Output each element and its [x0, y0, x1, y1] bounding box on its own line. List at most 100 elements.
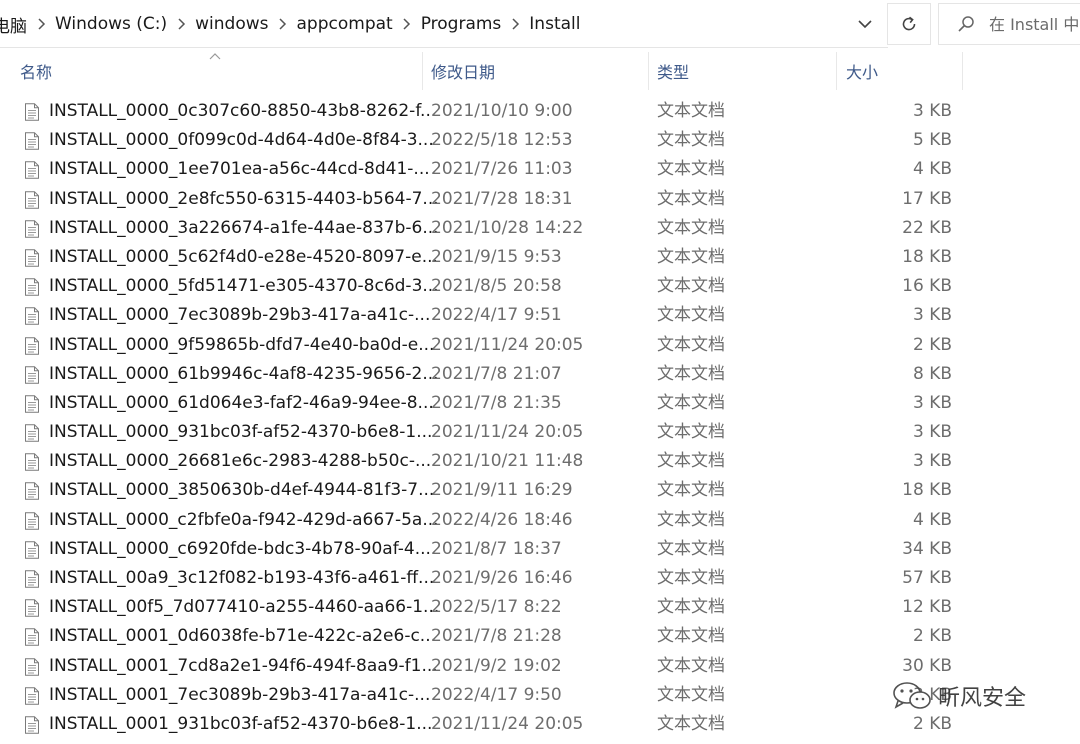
- file-size: 3 KB: [912, 392, 952, 413]
- file-row[interactable]: INSTALL_0000_0c307c60-8850-43b8-8262-f..…: [0, 97, 1080, 126]
- breadcrumb-item-windows-c[interactable]: Windows (C:): [52, 14, 170, 34]
- text-file-icon: [24, 336, 40, 355]
- search-box[interactable]: [938, 3, 1080, 45]
- file-modified-date: 2021/11/24 20:05: [431, 334, 584, 355]
- file-row[interactable]: INSTALL_0000_1ee701ea-a56c-44cd-8d41-...…: [0, 155, 1080, 184]
- file-type: 文本文档: [657, 597, 725, 618]
- text-file-icon: [24, 627, 40, 647]
- file-size: 2 KB: [912, 334, 952, 355]
- file-type: 文本文档: [657, 276, 725, 297]
- file-row[interactable]: INSTALL_0000_61d064e3-faf2-46a9-94ee-8..…: [0, 389, 1080, 418]
- file-type: 文本文档: [657, 713, 725, 734]
- column-header-name[interactable]: 名称: [20, 52, 420, 90]
- column-divider[interactable]: [648, 52, 649, 90]
- file-row[interactable]: INSTALL_0000_26681e6c-2983-4288-b50c-...…: [0, 447, 1080, 476]
- file-size: 8 KB: [912, 363, 952, 384]
- file-row[interactable]: INSTALL_0000_3a226674-a1fe-44ae-837b-6..…: [0, 214, 1080, 243]
- text-file-icon: [24, 598, 40, 617]
- file-type: 文本文档: [657, 626, 725, 647]
- file-type: 文本文档: [657, 684, 725, 705]
- file-size: 22 KB: [902, 217, 952, 238]
- file-row[interactable]: INSTALL_0000_931bc03f-af52-4370-b6e8-1..…: [0, 418, 1080, 447]
- text-file-icon: [24, 160, 40, 180]
- breadcrumb-item-this-pc[interactable]: 电脑: [0, 12, 30, 37]
- file-row[interactable]: INSTALL_0000_c6920fde-bdc3-4b78-90af-4..…: [0, 535, 1080, 564]
- address-history-dropdown[interactable]: [848, 8, 882, 40]
- column-divider[interactable]: [836, 52, 837, 90]
- file-type: 文本文档: [657, 188, 725, 209]
- column-header-size[interactable]: 大小: [846, 52, 961, 90]
- file-size: 3 KB: [912, 305, 952, 326]
- chevron-right-icon[interactable]: [170, 14, 192, 34]
- column-header-modified[interactable]: 修改日期: [431, 52, 646, 90]
- file-size: 57 KB: [902, 568, 952, 588]
- chevron-right-icon[interactable]: [396, 14, 418, 34]
- file-list: INSTALL_0000_0c307c60-8850-43b8-8262-f..…: [0, 97, 1080, 739]
- file-row[interactable]: INSTALL_0001_0d6038fe-b71e-422c-a2e6-c..…: [0, 622, 1080, 651]
- file-type: 文本文档: [657, 246, 725, 267]
- search-input[interactable]: [989, 14, 1080, 34]
- address-bar[interactable]: 电脑 Windows (C:) windows appcompat Progra…: [0, 0, 888, 48]
- file-name: INSTALL_0001_7cd8a2e1-94f6-494f-8aa9-f1.…: [49, 655, 438, 676]
- breadcrumb-item-programs[interactable]: Programs: [418, 14, 505, 34]
- file-modified-date: 2021/7/28 18:31: [431, 188, 573, 209]
- watermark: 昕风安全: [892, 676, 1026, 716]
- file-name: INSTALL_0000_61b9946c-4af8-4235-9656-2..…: [49, 363, 439, 384]
- file-modified-date: 2021/9/26 16:46: [431, 568, 573, 588]
- refresh-button[interactable]: [887, 3, 931, 45]
- file-modified-date: 2022/5/17 8:22: [431, 597, 562, 618]
- file-size: 3 KB: [912, 101, 952, 121]
- column-header-modified-label: 修改日期: [431, 63, 496, 82]
- file-modified-date: 2021/7/8 21:35: [431, 392, 562, 413]
- file-row[interactable]: INSTALL_0000_2e8fc550-6315-4403-b564-7..…: [0, 185, 1080, 214]
- file-row[interactable]: INSTALL_0000_9f59865b-dfd7-4e40-ba0d-e..…: [0, 331, 1080, 360]
- chevron-right-icon[interactable]: [30, 14, 52, 34]
- file-row[interactable]: INSTALL_0000_0f099c0d-4d64-4d0e-8f84-3..…: [0, 126, 1080, 155]
- text-file-icon: [24, 511, 40, 530]
- watermark-text: 昕风安全: [938, 686, 1027, 711]
- column-divider[interactable]: [422, 52, 423, 90]
- file-row[interactable]: INSTALL_00f5_7d077410-a255-4460-aa66-1..…: [0, 593, 1080, 622]
- breadcrumb-item-install[interactable]: Install: [526, 14, 583, 34]
- file-name: INSTALL_0000_3850630b-d4ef-4944-81f3-7..…: [49, 480, 435, 501]
- file-name: INSTALL_0000_26681e6c-2983-4288-b50c-...: [49, 451, 432, 472]
- breadcrumb: 电脑 Windows (C:) windows appcompat Progra…: [0, 0, 583, 48]
- text-file-icon: [24, 365, 40, 384]
- file-row[interactable]: INSTALL_0000_7ec3089b-29b3-417a-a41c-...…: [0, 301, 1080, 330]
- file-type: 文本文档: [657, 509, 725, 530]
- file-row[interactable]: INSTALL_0000_5fd51471-e305-4370-8c6d-3..…: [0, 272, 1080, 301]
- chevron-right-icon[interactable]: [504, 14, 526, 34]
- file-size: 18 KB: [902, 480, 952, 501]
- text-file-icon: [24, 277, 40, 296]
- breadcrumb-item-appcompat[interactable]: appcompat: [294, 14, 396, 34]
- file-type: 文本文档: [657, 130, 725, 151]
- file-name: INSTALL_00a9_3c12f082-b193-43f6-a461-ff.…: [49, 568, 435, 588]
- file-row[interactable]: INSTALL_0000_61b9946c-4af8-4235-9656-2..…: [0, 360, 1080, 389]
- file-row[interactable]: INSTALL_0000_5c62f4d0-e28e-4520-8097-e..…: [0, 243, 1080, 272]
- column-header-type[interactable]: 类型: [657, 52, 833, 90]
- text-file-icon: [24, 452, 40, 471]
- file-size: 34 KB: [902, 538, 952, 559]
- file-modified-date: 2021/9/2 19:02: [431, 655, 562, 676]
- file-modified-date: 2021/7/8 21:07: [431, 363, 562, 384]
- file-modified-date: 2021/10/10 9:00: [431, 101, 573, 121]
- breadcrumb-item-windows[interactable]: windows: [192, 14, 271, 34]
- file-type: 文本文档: [657, 451, 725, 472]
- file-row[interactable]: INSTALL_00a9_3c12f082-b193-43f6-a461-ff.…: [0, 564, 1080, 593]
- file-modified-date: 2022/4/17 9:51: [431, 305, 562, 326]
- file-type: 文本文档: [657, 538, 725, 559]
- file-modified-date: 2021/10/28 14:22: [431, 217, 584, 238]
- file-name: INSTALL_0000_0f099c0d-4d64-4d0e-8f84-3..…: [49, 130, 434, 151]
- text-file-icon: [24, 131, 40, 150]
- text-file-icon: [24, 190, 40, 209]
- file-row[interactable]: INSTALL_0000_c2fbfe0a-f942-429d-a667-5a.…: [0, 506, 1080, 535]
- text-file-icon: [24, 715, 40, 734]
- text-file-icon: [24, 219, 40, 238]
- column-divider[interactable]: [962, 52, 963, 90]
- file-row[interactable]: INSTALL_0000_3850630b-d4ef-4944-81f3-7..…: [0, 476, 1080, 505]
- file-name: INSTALL_0000_931bc03f-af52-4370-b6e8-1..…: [49, 422, 433, 443]
- chevron-right-icon[interactable]: [272, 14, 294, 34]
- file-size: 4 KB: [912, 159, 952, 180]
- file-type: 文本文档: [657, 392, 725, 413]
- file-name: INSTALL_0000_2e8fc550-6315-4403-b564-7..…: [49, 188, 439, 209]
